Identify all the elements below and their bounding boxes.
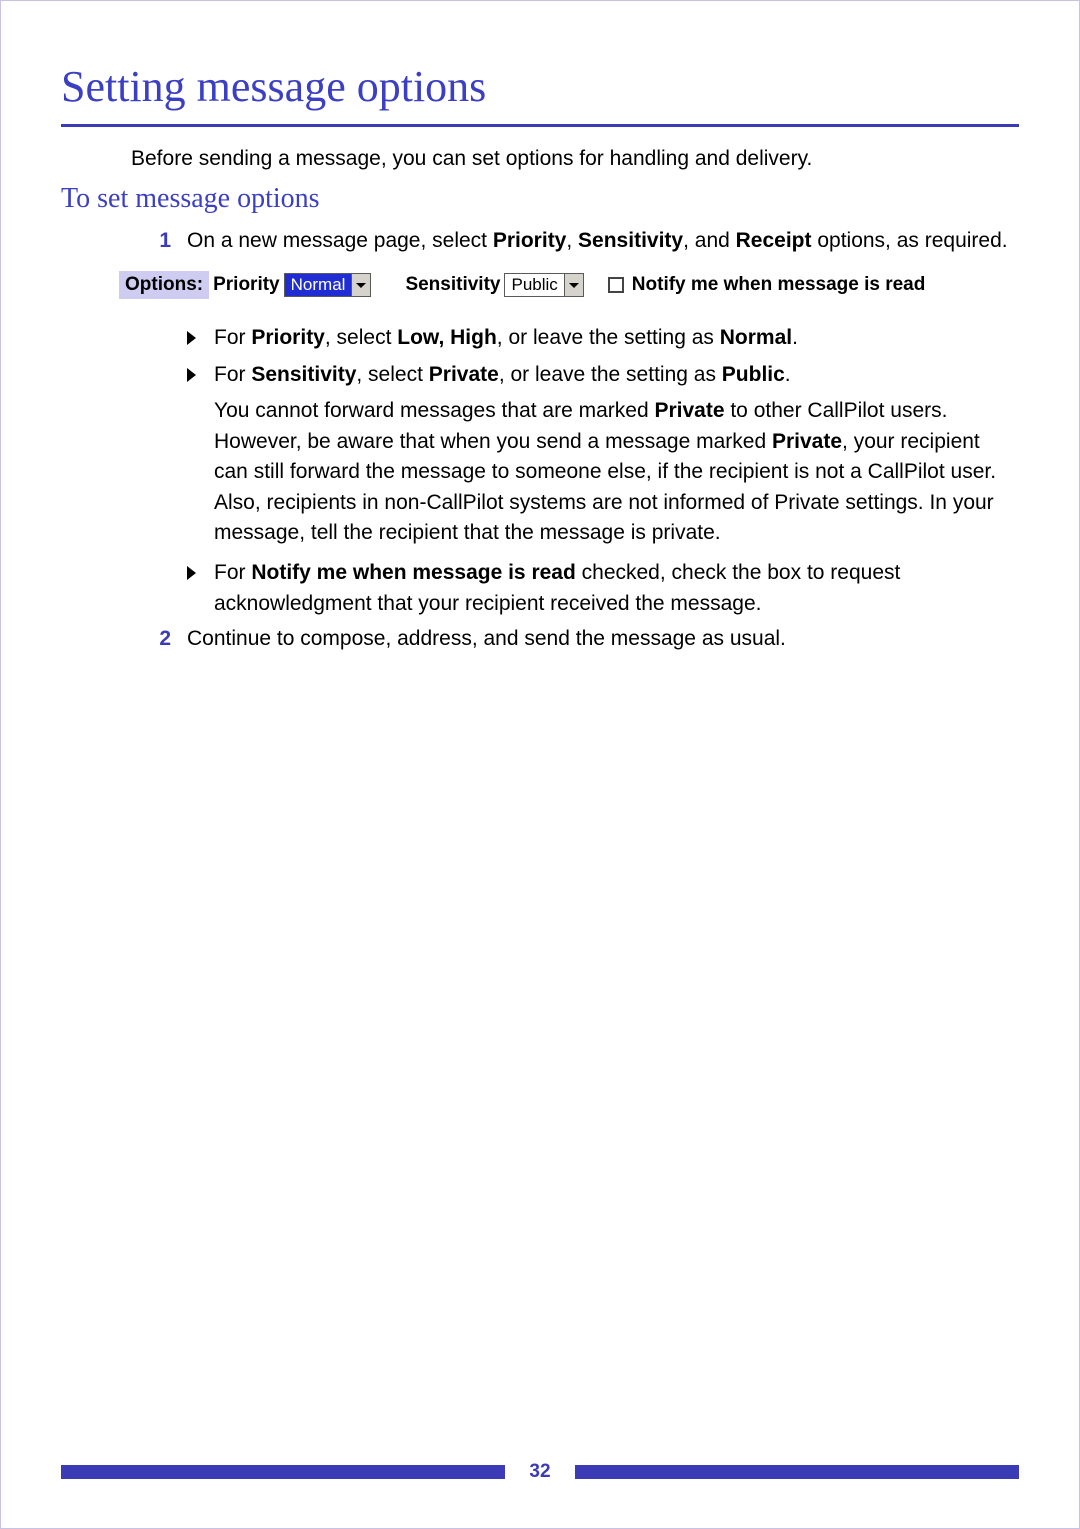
footer-bar-right [575,1465,1019,1479]
priority-value: Normal [285,275,352,295]
triangle-bullet-icon [187,566,196,580]
footer-bar-left [61,1465,505,1479]
document-page: Setting message options Before sending a… [0,0,1080,1529]
triangle-bullet-icon [187,331,196,345]
notify-checkbox[interactable] [608,277,624,293]
page-number: 32 [505,1461,575,1483]
step-number: 1 [131,227,187,255]
options-label: Options: [119,271,209,299]
notify-label: Notify me when message is read [632,274,926,296]
step-body: On a new message page, select Priority, … [187,227,1019,255]
priority-dropdown[interactable]: Normal [284,273,372,297]
sensitivity-label: Sensitivity [401,274,504,296]
step-2: 2 Continue to compose, address, and send… [131,625,1019,653]
page-footer: 32 [61,1461,1019,1483]
bullet-notify: For Notify me when message is read check… [187,558,1019,619]
page-title: Setting message options [61,61,1019,112]
bullet-priority: For Priority, select Low, High, or leave… [187,323,1019,353]
intro-text: Before sending a message, you can set op… [131,147,1019,171]
step-1: 1 On a new message page, select Priority… [131,227,1019,255]
step-number: 2 [131,625,187,653]
options-toolbar: Options: Priority Normal Sensitivity Pub… [119,269,1019,301]
sensitivity-note: You cannot forward messages that are mar… [214,396,1019,548]
title-rule [61,124,1019,127]
priority-label: Priority [209,274,284,296]
chevron-down-icon [351,274,370,296]
chevron-down-icon [564,274,583,296]
sensitivity-value: Public [505,275,563,295]
bullet-sensitivity: For Sensitivity, select Private, or leav… [187,360,1019,390]
section-heading: To set message options [61,183,1019,215]
step-body: Continue to compose, address, and send t… [187,625,1019,653]
sensitivity-dropdown[interactable]: Public [504,273,583,297]
triangle-bullet-icon [187,368,196,382]
